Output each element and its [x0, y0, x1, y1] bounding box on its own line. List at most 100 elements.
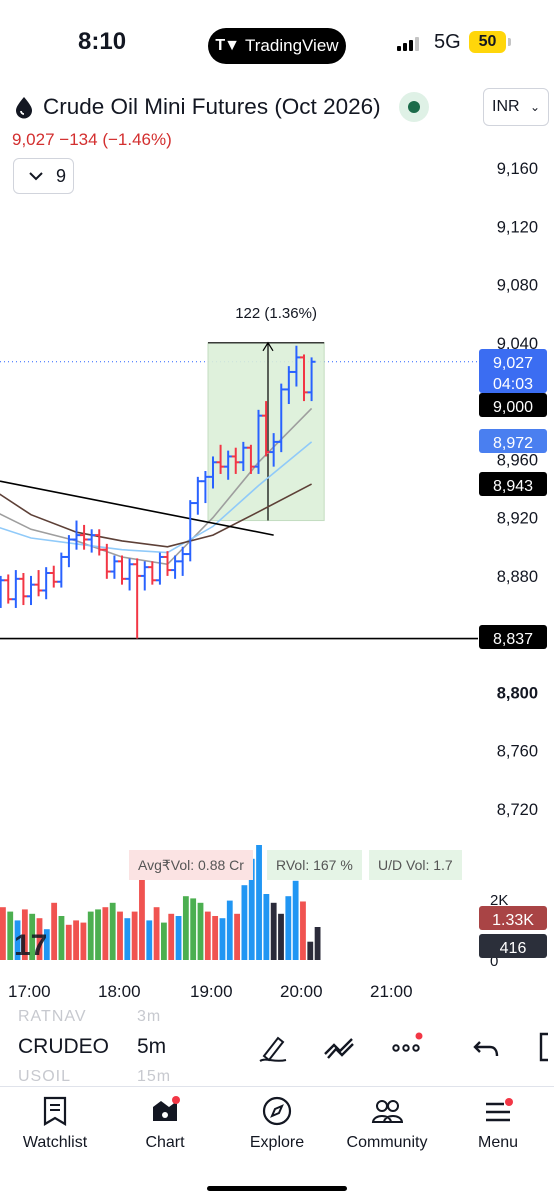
volume-bar — [51, 902, 58, 960]
ohlc-bar — [102, 543, 111, 579]
nav-watchlist[interactable]: Watchlist — [0, 1095, 110, 1152]
volume-bar — [58, 916, 65, 960]
price-axis-label: 9,080 — [497, 277, 538, 295]
volume-bar — [73, 920, 79, 960]
compass-icon — [262, 1096, 292, 1126]
price-axis-label: 8,800 — [497, 684, 538, 702]
ohlc-bar — [95, 529, 104, 556]
volume-value-tag: 1.33K — [479, 906, 547, 930]
volume-bar — [314, 927, 321, 960]
price-axis-label: 8,720 — [497, 801, 538, 819]
volume-bar — [65, 924, 72, 960]
picker-ghost-symbol: USOIL — [18, 1068, 72, 1085]
drawing-pen-icon[interactable] — [256, 1030, 290, 1064]
home-indicator — [207, 1186, 347, 1191]
ohlc-bar — [148, 561, 157, 585]
ohlc-bar — [64, 535, 73, 568]
volume-bar — [109, 902, 116, 960]
ohlc-bar — [34, 570, 43, 597]
undo-icon[interactable] — [470, 1030, 504, 1064]
volume-bar — [212, 916, 219, 960]
last-price-tag: 9,027 04:03 — [479, 349, 547, 393]
volume-bar — [80, 922, 87, 960]
price-axis-label: 8,880 — [497, 568, 538, 586]
price-tag-text: 8,837 — [493, 631, 533, 648]
volume-bar — [278, 913, 284, 960]
ma-value-tag: 8,972 — [479, 429, 547, 453]
volume-bar — [182, 896, 189, 960]
ohlc-bar — [27, 575, 35, 606]
volume-bar — [87, 911, 94, 960]
ohlc-bar — [125, 558, 134, 591]
relative-volume-stat: RVol: 167 % — [267, 850, 362, 880]
price-axis-label: 9,160 — [497, 160, 538, 178]
ohlc-bar — [11, 570, 20, 608]
nav-community[interactable]: Community — [332, 1095, 442, 1152]
ohlc-bar — [193, 476, 202, 515]
price-tag-text: 04:03 — [493, 376, 533, 393]
ohlc-bar — [42, 567, 51, 600]
volume-bar — [219, 918, 226, 960]
menu-icon — [486, 1098, 513, 1122]
nav-chart[interactable]: Chart — [110, 1095, 220, 1152]
avg-volume-stat: Avg₹Vol: 0.88 Cr — [129, 850, 253, 880]
price-tag-text: 416 — [500, 940, 527, 957]
time-axis-label: 19:00 — [190, 982, 233, 1001]
volume-bar — [161, 922, 167, 960]
volume-bar — [241, 885, 248, 960]
volume-bar — [263, 894, 270, 960]
volume-bar — [197, 902, 204, 960]
interval-picker[interactable]: 5m — [137, 1035, 166, 1059]
ohlc-bar — [118, 555, 126, 585]
nav-label: Watchlist — [22, 1134, 88, 1151]
ohlc-bar — [155, 552, 164, 585]
price-axis-label: 9,120 — [497, 218, 538, 236]
ohlc-bar — [133, 558, 142, 639]
tradingview-watermark-icon: 17 — [14, 929, 47, 962]
volume-bar — [285, 896, 292, 960]
ohlc-bar — [4, 574, 13, 604]
symbol-picker[interactable]: CRUDEO — [18, 1035, 109, 1059]
measure-label: 122 (1.36%) — [235, 305, 317, 322]
picker-ghost-symbol: RATNAV — [18, 1008, 87, 1025]
ohlc-bar — [72, 520, 81, 550]
volume-bar — [190, 898, 197, 960]
price-axis-label: 8,960 — [497, 451, 538, 469]
volume-bar — [0, 907, 6, 960]
nav-menu[interactable]: Menu — [443, 1095, 553, 1152]
ma-value-tag: 9,000 — [479, 393, 547, 417]
community-icon — [371, 1100, 403, 1123]
price-axis-label: 8,920 — [497, 510, 538, 528]
ohlc-bar — [19, 572, 28, 606]
volume-bar — [146, 920, 153, 960]
time-axis-label: 18:00 — [98, 982, 141, 1001]
volume-bar — [102, 907, 109, 960]
chart-icon — [153, 1096, 180, 1121]
ohlc-bar — [0, 575, 5, 608]
volume-bar — [175, 916, 182, 960]
ohlc-bar — [87, 529, 96, 553]
price-tag-text: 9,000 — [493, 399, 533, 416]
volume-bar — [307, 941, 314, 960]
volume-value-tag: 416 — [479, 934, 547, 958]
watchlist-icon — [43, 1096, 67, 1126]
time-axis-label: 17:00 — [8, 982, 51, 1001]
time-axis-label: 21:00 — [370, 982, 413, 1001]
price-tag-text: 8,943 — [493, 478, 533, 495]
ohlc-bar — [186, 500, 195, 562]
nav-explore[interactable]: Explore — [222, 1095, 332, 1152]
trend-tools-icon[interactable] — [322, 1030, 356, 1064]
volume-bar — [95, 909, 101, 960]
volume-bar — [7, 911, 14, 960]
volume-bar — [270, 902, 277, 960]
volume-bar — [234, 913, 240, 960]
more-tools-icon[interactable] — [389, 1030, 423, 1064]
bottom-nav: Watchlist Chart Explore Community Menu — [0, 1086, 554, 1200]
ohlc-bar — [57, 552, 66, 588]
volume-bar — [153, 907, 160, 960]
fullscreen-icon[interactable] — [536, 1030, 554, 1064]
picker-ghost-interval: 15m — [137, 1068, 172, 1085]
nav-label: Explore — [249, 1134, 305, 1151]
up-down-volume-stat: U/D Vol: 1.7 — [369, 850, 462, 880]
time-axis-label: 20:00 — [280, 982, 323, 1001]
